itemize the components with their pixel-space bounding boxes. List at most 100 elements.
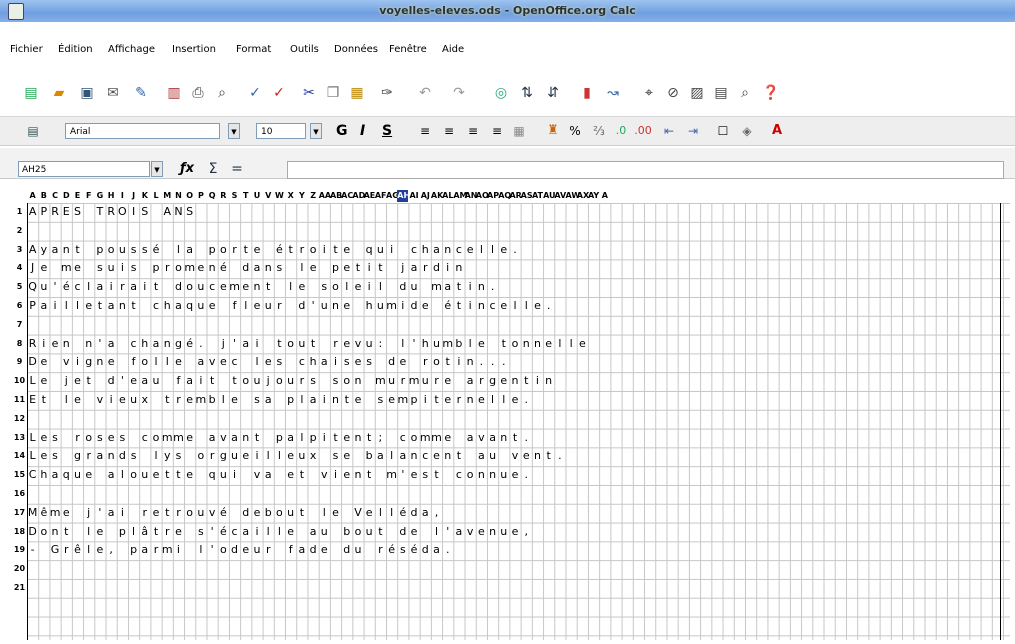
print-preview-icon[interactable]: ⌕ [213, 84, 231, 102]
italic-button[interactable]: I [360, 122, 365, 140]
column-header-AH[interactable]: AH [397, 190, 410, 202]
row-header-21[interactable]: 21 [13, 579, 26, 598]
row-header-6[interactable]: 6 [13, 297, 26, 316]
print-icon[interactable]: ⎙ [189, 84, 207, 102]
gallery-icon[interactable]: ▨ [688, 84, 706, 102]
row-header-19[interactable]: 19 [13, 541, 26, 560]
row-header-2[interactable]: 2 [13, 222, 26, 241]
column-header-L[interactable]: L [150, 190, 161, 202]
decrease-indent-icon[interactable]: ⇤ [660, 122, 678, 140]
autospellcheck-icon[interactable]: ✓ [270, 84, 288, 102]
sort-ascending-icon[interactable]: ⇅ [518, 84, 536, 102]
draw-functions-icon[interactable]: ↝ [604, 84, 622, 102]
menu-affichage[interactable]: Affichage [108, 44, 155, 55]
row-header-1[interactable]: 1 [13, 203, 26, 222]
align-right-icon[interactable]: ≡ [464, 122, 482, 140]
row-header-7[interactable]: 7 [13, 316, 26, 335]
zoom-icon[interactable]: ⌕ [736, 84, 754, 102]
datasources-icon[interactable]: ▤ [712, 84, 730, 102]
column-header-B[interactable]: B [38, 190, 49, 202]
name-box[interactable]: AH25 [18, 161, 150, 177]
sort-descending-icon[interactable]: ⇵ [544, 84, 562, 102]
row-header-18[interactable]: 18 [13, 523, 26, 542]
spreadsheet-area[interactable]: A B C D E F G H I J K L M N O P Q R S T U V W X Y Z AA AB AC AD AE AF AG… [13, 190, 1010, 640]
row-header-14[interactable]: 14 [13, 447, 26, 466]
column-header-AI[interactable]: AI [408, 190, 419, 202]
column-header-AL[interactable]: AL [442, 190, 453, 202]
column-header-P[interactable]: P [195, 190, 206, 202]
column-header-AS[interactable]: AS [521, 190, 533, 202]
navigator-icon[interactable]: ⊘ [664, 84, 682, 102]
column-header-H[interactable]: H [106, 190, 117, 202]
column-header-AK[interactable]: AK [431, 190, 443, 202]
menu-fichier[interactable]: Fichier [10, 44, 43, 55]
column-header-AR[interactable]: AR [509, 190, 521, 202]
menu-aide[interactable]: Aide [442, 44, 464, 55]
column-header-AT[interactable]: AT [532, 190, 543, 202]
copy-icon[interactable]: ❐ [324, 84, 342, 102]
column-header-U[interactable]: U [251, 190, 262, 202]
standard-format-icon[interactable]: ⅔ [590, 122, 608, 140]
menu-fenetre[interactable]: Fenêtre [389, 44, 427, 55]
column-header-AF[interactable]: AF [375, 190, 387, 202]
column-header-AA[interactable]: AA [319, 190, 331, 202]
export-pdf-icon[interactable]: ▥ [165, 84, 183, 102]
column-header-AG[interactable]: AG [386, 190, 399, 202]
row-header-20[interactable]: 20 [13, 560, 26, 579]
column-header-Z[interactable]: Z [308, 190, 319, 202]
row-header-13[interactable]: 13 [13, 429, 26, 448]
column-header-M[interactable]: M [162, 190, 173, 202]
column-header-AM[interactable]: AM [453, 190, 467, 202]
column-header-AD[interactable]: AD [352, 190, 365, 202]
merge-cells-icon[interactable]: ▦ [510, 122, 528, 140]
column-header-AE[interactable]: AE [364, 190, 376, 202]
chart-icon[interactable]: ▮ [578, 84, 596, 102]
borders-icon[interactable]: ☐ [714, 122, 732, 140]
find-replace-icon[interactable]: ⌖ [640, 84, 658, 102]
column-header-AB[interactable]: AB [330, 190, 342, 202]
column-header-C[interactable]: C [49, 190, 60, 202]
row-header-5[interactable]: 5 [13, 278, 26, 297]
email-icon[interactable]: ✉ [104, 84, 122, 102]
sum-icon[interactable]: Σ [204, 160, 222, 178]
column-header-AP[interactable]: AP [487, 190, 499, 202]
column-header-AW[interactable]: AW [566, 190, 581, 202]
menu-outils[interactable]: Outils [290, 44, 319, 55]
column-header-AN[interactable]: AN [465, 190, 478, 202]
column-header-AY[interactable]: AY [588, 190, 599, 202]
column-header-AO[interactable]: AO [476, 190, 489, 202]
row-header-11[interactable]: 11 [13, 391, 26, 410]
column-header-K[interactable]: K [139, 190, 150, 202]
save-icon[interactable]: ▣ [78, 84, 96, 102]
column-header-AU[interactable]: AU [543, 190, 555, 202]
column-header-A[interactable]: A [27, 190, 38, 202]
help-icon[interactable]: ❓ [762, 84, 780, 102]
font-size-field[interactable]: 10 [256, 123, 306, 139]
row-header-4[interactable]: 4 [13, 259, 26, 278]
row-header-16[interactable]: 16 [13, 485, 26, 504]
column-header-F[interactable]: F [83, 190, 94, 202]
row-header-10[interactable]: 10 [13, 372, 26, 391]
column-header-R[interactable]: R [218, 190, 229, 202]
column-header-N[interactable]: N [173, 190, 184, 202]
align-left-icon[interactable]: ≡ [416, 122, 434, 140]
percent-format-icon[interactable]: % [566, 122, 584, 140]
column-header-AJ[interactable]: AJ [420, 190, 431, 202]
paste-icon[interactable]: ▦ [348, 84, 366, 102]
column-header-Q[interactable]: Q [207, 190, 218, 202]
row-header-3[interactable]: 3 [13, 241, 26, 260]
align-center-icon[interactable]: ≡ [440, 122, 458, 140]
clone-formatting-icon[interactable]: ✑ [378, 84, 396, 102]
row-header-17[interactable]: 17 [13, 504, 26, 523]
column-header-G[interactable]: G [94, 190, 105, 202]
row-header-9[interactable]: 9 [13, 353, 26, 372]
new-document-icon[interactable]: ▤ [22, 84, 40, 102]
name-box-dropdown[interactable]: ▼ [151, 161, 163, 177]
redo-icon[interactable]: ↷ [450, 84, 468, 102]
column-header-A[interactable]: A [599, 190, 610, 202]
menu-insertion[interactable]: Insertion [172, 44, 216, 55]
column-header-T[interactable]: T [240, 190, 251, 202]
menu-format[interactable]: Format [236, 44, 271, 55]
cut-icon[interactable]: ✂ [300, 84, 318, 102]
column-header-D[interactable]: D [61, 190, 72, 202]
